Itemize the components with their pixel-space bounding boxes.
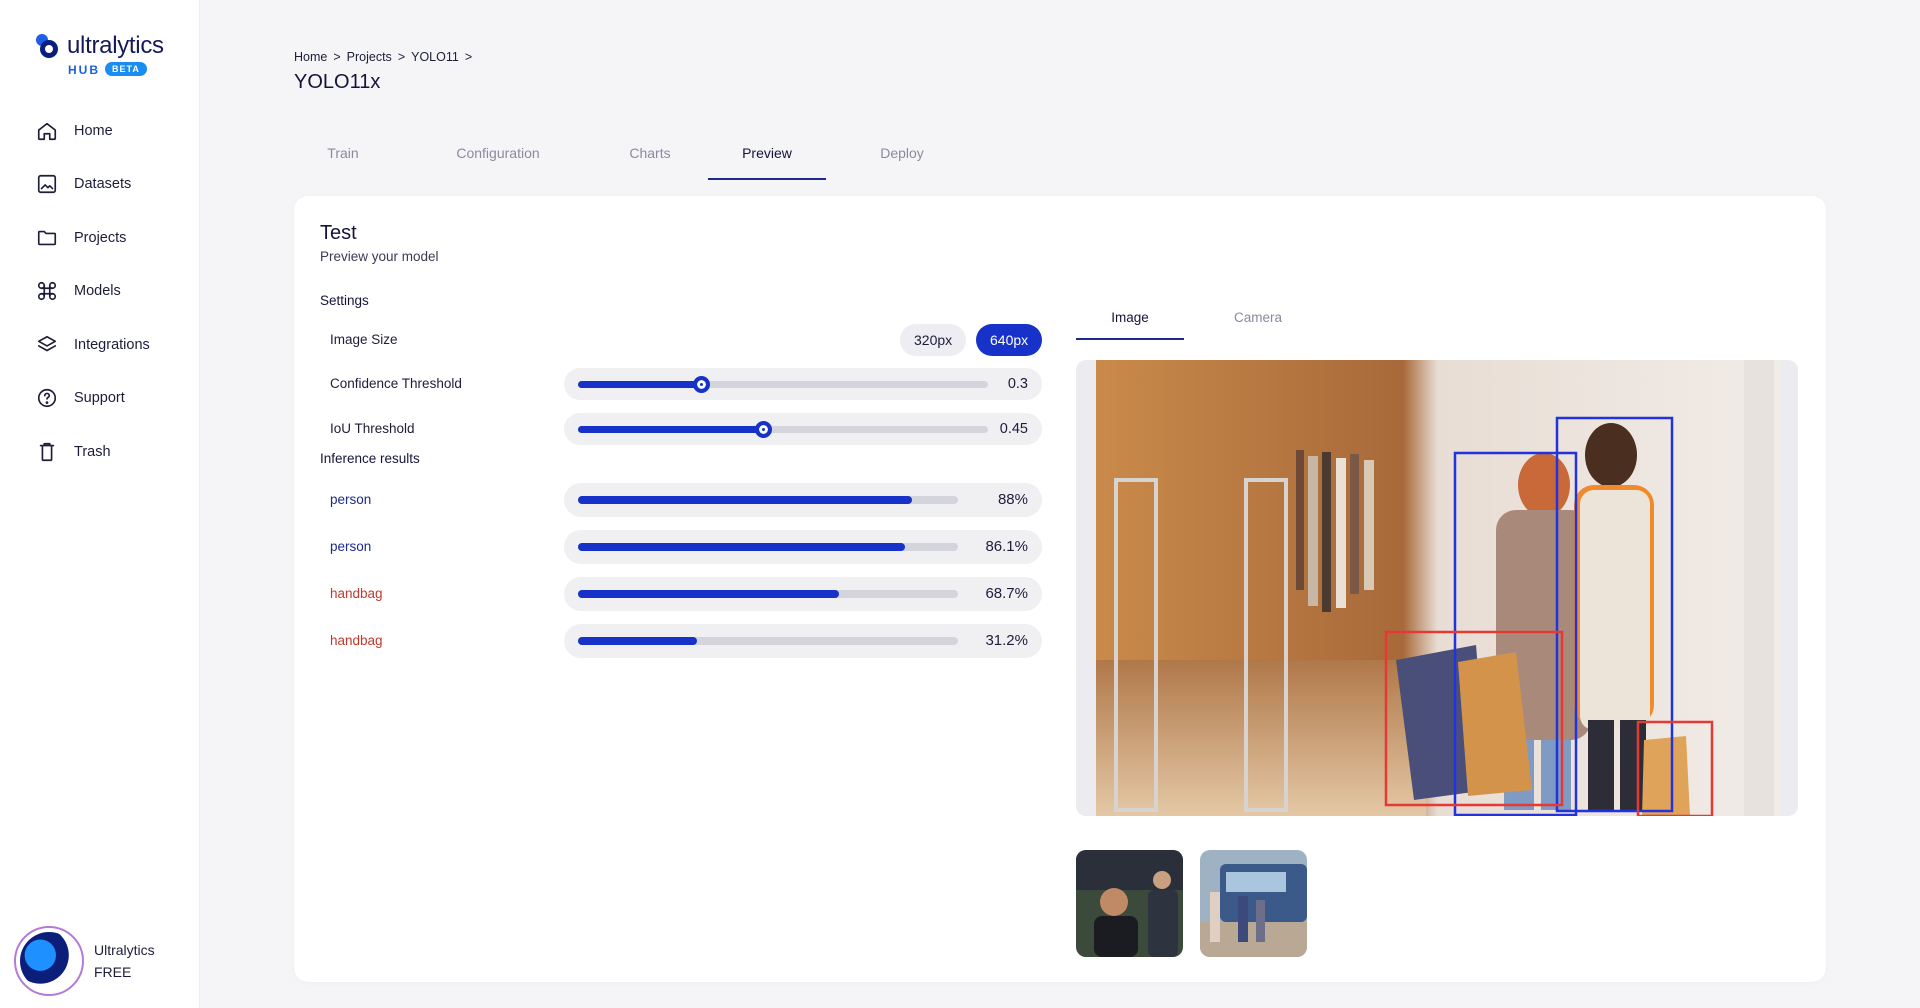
example-thumbnail-bus[interactable]: [1200, 850, 1307, 957]
confidence-thumb[interactable]: [693, 376, 710, 393]
size-640-button[interactable]: 640px: [976, 324, 1043, 356]
model-tabs: Train Configuration Charts Preview Deplo…: [294, 140, 994, 180]
brand-name: ultralytics: [67, 32, 164, 59]
trash-icon: [39, 442, 55, 462]
result-fill: [578, 637, 697, 645]
tab-preview[interactable]: Preview: [708, 140, 826, 180]
beta-badge: BETA: [105, 62, 147, 76]
confidence-value: 0.3: [1007, 376, 1028, 392]
result-bar: 86.1%: [564, 530, 1042, 564]
logo-mark-icon: [36, 34, 58, 58]
user-profile[interactable]: Ultralytics FREE: [14, 926, 194, 996]
sidebar-item-label: Models: [74, 283, 121, 299]
preview-card: Test Preview your model Settings Image S…: [294, 196, 1826, 982]
iou-label: IoU Threshold: [330, 421, 415, 436]
sidebar-item-trash[interactable]: Trash: [36, 437, 186, 467]
image-icon: [37, 174, 57, 194]
result-label: handbag: [330, 633, 383, 648]
result-value: 86.1%: [985, 538, 1028, 555]
page-title: YOLO11x: [294, 71, 381, 93]
folder-icon: [37, 230, 57, 246]
iou-fill: [578, 426, 763, 433]
confidence-fill: [578, 381, 701, 388]
user-plan: FREE: [94, 964, 132, 980]
result-bar: 68.7%: [564, 577, 1042, 611]
iou-thumb[interactable]: [755, 421, 772, 438]
settings-heading: Settings: [320, 293, 369, 308]
breadcrumb-home[interactable]: Home: [294, 50, 327, 64]
sidebar-item-datasets[interactable]: Datasets: [36, 169, 186, 199]
sidebar: ultralytics HUB BETA Home Datasets Proje…: [0, 0, 200, 1008]
thumbnail-image: [1200, 850, 1307, 957]
preview-tab-camera[interactable]: Camera: [1204, 308, 1312, 340]
example-thumbnail-football[interactable]: [1076, 850, 1183, 957]
result-label: person: [330, 492, 372, 507]
iou-value: 0.45: [999, 421, 1028, 437]
breadcrumb-projects[interactable]: Projects: [347, 50, 392, 64]
sidebar-item-integrations[interactable]: Integrations: [36, 330, 186, 360]
result-value: 31.2%: [985, 632, 1028, 649]
result-bar: 31.2%: [564, 624, 1042, 658]
sidebar-item-projects[interactable]: Projects: [36, 223, 186, 253]
help-icon: [37, 388, 57, 408]
image-size-label: Image Size: [330, 332, 398, 347]
confidence-label: Confidence Threshold: [330, 376, 462, 391]
breadcrumb: Home > Projects > YOLO11 >: [294, 50, 473, 64]
sidebar-item-label: Trash: [74, 444, 111, 460]
tab-train[interactable]: Train: [294, 140, 392, 180]
result-value: 88%: [997, 491, 1028, 508]
result-fill: [578, 543, 906, 551]
preview-image-area[interactable]: [1076, 360, 1798, 816]
result-bar: 88%: [564, 483, 1042, 517]
result-label: person: [330, 539, 372, 554]
confidence-slider[interactable]: 0.3: [564, 368, 1042, 400]
layers-icon: [37, 335, 57, 352]
tab-configuration[interactable]: Configuration: [424, 140, 572, 180]
avatar: [14, 926, 84, 996]
card-title: Test: [320, 222, 357, 244]
thumbnail-image: [1076, 850, 1183, 957]
sidebar-item-home[interactable]: Home: [36, 116, 186, 146]
brand-hub: HUB: [68, 63, 100, 77]
sidebar-item-label: Projects: [74, 230, 127, 246]
sidebar-item-support[interactable]: Support: [36, 383, 186, 413]
user-name: Ultralytics: [94, 942, 155, 958]
sidebar-item-models[interactable]: Models: [36, 276, 186, 306]
preview-tab-image[interactable]: Image: [1076, 308, 1184, 340]
command-icon: [37, 281, 57, 301]
preview-photo: [1096, 360, 1779, 816]
home-icon: [37, 122, 57, 141]
result-label: handbag: [330, 586, 383, 601]
breadcrumb-project[interactable]: YOLO11: [411, 50, 459, 64]
inference-results-heading: Inference results: [320, 451, 420, 466]
sidebar-item-label: Support: [74, 390, 125, 406]
result-fill: [578, 496, 913, 504]
result-value: 68.7%: [985, 585, 1028, 602]
result-fill: [578, 590, 840, 598]
size-320-button[interactable]: 320px: [900, 324, 967, 356]
tab-deploy[interactable]: Deploy: [842, 140, 962, 180]
tab-charts[interactable]: Charts: [590, 140, 710, 180]
card-subtitle: Preview your model: [320, 249, 439, 264]
sidebar-item-label: Integrations: [74, 337, 150, 353]
iou-slider[interactable]: 0.45: [564, 413, 1042, 445]
ultralytics-logo[interactable]: ultralytics HUB BETA: [33, 30, 183, 80]
sidebar-item-label: Home: [74, 123, 113, 139]
sidebar-item-label: Datasets: [74, 176, 132, 192]
